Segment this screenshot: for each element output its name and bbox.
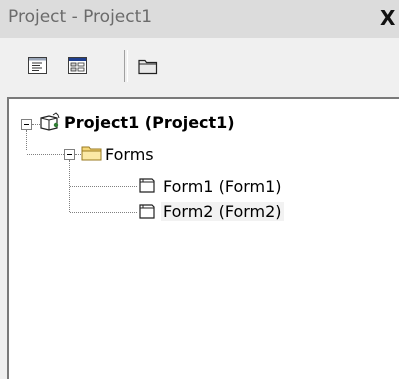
project-expander[interactable] — [21, 119, 32, 130]
window-title: Project - Project1 — [8, 7, 153, 27]
toggle-folders-button[interactable] — [137, 55, 159, 77]
tree-connector — [70, 186, 137, 187]
view-object-icon — [68, 57, 87, 74]
form-icon — [139, 178, 155, 193]
tree-connector — [26, 130, 27, 150]
tree-root-label[interactable]: Project1 (Project1) — [64, 113, 235, 132]
tree-connector — [70, 212, 137, 213]
view-code-icon — [28, 57, 47, 74]
forms-folder-label[interactable]: Forms — [105, 145, 154, 164]
forms-expander[interactable] — [64, 149, 75, 160]
title-bar[interactable]: Project - Project1 X — [0, 0, 399, 38]
view-object-button[interactable] — [67, 55, 89, 77]
folder-icon — [81, 146, 102, 161]
tree-item-form2[interactable]: Form2 (Form2) — [161, 202, 284, 221]
folder-icon — [138, 59, 158, 75]
tree-item-form1[interactable]: Form1 (Form1) — [163, 177, 282, 196]
toolbar-separator — [124, 50, 128, 82]
project-explorer-window: Project - Project1 X Project1 (Project1)… — [0, 0, 399, 379]
tree-connector — [27, 154, 64, 155]
view-code-button[interactable] — [27, 55, 49, 77]
form-icon — [139, 204, 155, 219]
project-icon — [40, 112, 60, 131]
close-button[interactable]: X — [380, 5, 399, 31]
toolbar — [0, 38, 399, 92]
project-tree[interactable]: Project1 (Project1) Forms Form1 (Form1) — [7, 97, 399, 379]
